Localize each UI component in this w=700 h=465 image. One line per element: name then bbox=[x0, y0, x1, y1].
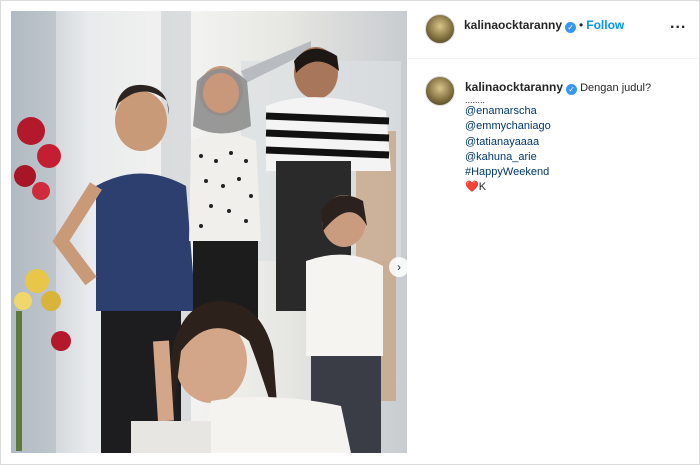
verified-badge-icon: ✓ bbox=[566, 84, 578, 96]
heart-icon: ❤️ bbox=[465, 181, 479, 194]
more-options-icon[interactable]: ... bbox=[670, 15, 686, 33]
chevron-right-icon: › bbox=[397, 260, 401, 274]
signature: ❤️K bbox=[465, 180, 685, 195]
avatar[interactable] bbox=[425, 14, 455, 44]
mention-link[interactable]: @tatianayaaaa bbox=[465, 135, 685, 150]
caption-dots: ........ bbox=[465, 95, 486, 106]
caption-text: kalinaocktaranny ✓ Dengan judul? ........… bbox=[465, 80, 685, 195]
username-link[interactable]: kalinaocktaranny bbox=[464, 18, 562, 32]
mention-link[interactable]: @enamarscha bbox=[465, 104, 685, 119]
post-photo[interactable]: › bbox=[11, 11, 407, 453]
separator-dot: • bbox=[579, 18, 584, 32]
group-photo-illustration bbox=[11, 11, 401, 453]
caption-username-link[interactable]: kalinaocktaranny bbox=[465, 80, 563, 94]
caption-body: Dengan judul? bbox=[580, 82, 652, 94]
next-photo-button[interactable]: › bbox=[389, 257, 407, 277]
hashtag-link[interactable]: #HappyWeekend bbox=[465, 165, 685, 180]
mention-link[interactable]: @kahuna_arie bbox=[465, 150, 685, 165]
mention-link[interactable]: @emmychaniago bbox=[465, 119, 685, 134]
header-line: kalinaocktaranny ✓ • Follow bbox=[464, 18, 624, 33]
follow-button[interactable]: Follow bbox=[586, 18, 624, 32]
avatar[interactable] bbox=[425, 76, 455, 106]
signature-letter: K bbox=[478, 181, 487, 194]
post-header: kalinaocktaranny ✓ • Follow ... bbox=[408, 0, 698, 59]
verified-badge-icon: ✓ bbox=[565, 22, 577, 33]
